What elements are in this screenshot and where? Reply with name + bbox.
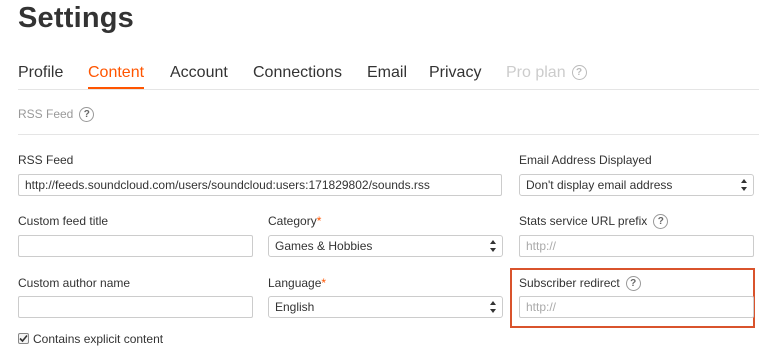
subscriber-redirect-label-text: Subscriber redirect [519, 276, 620, 290]
email-displayed-select[interactable]: Don't display email address [519, 174, 754, 196]
select-arrows-icon [490, 301, 496, 313]
rss-feed-label: RSS Feed [18, 153, 74, 167]
subscriber-redirect-help-icon[interactable]: ? [625, 276, 641, 292]
category-label-text: Category [268, 214, 317, 228]
category-select[interactable]: Games & Hobbies [268, 235, 503, 257]
stats-prefix-help-icon[interactable]: ? [653, 214, 669, 230]
tab-pro-plan[interactable]: Pro plan? [506, 64, 587, 82]
subscriber-redirect-label: Subscriber redirect? [519, 276, 641, 292]
page-title: Settings [18, 2, 134, 34]
tabs-divider [18, 89, 759, 90]
pro-plan-help-icon[interactable]: ? [571, 65, 587, 81]
tab-content[interactable]: Content [88, 64, 145, 89]
stats-prefix-label: Stats service URL prefix? [519, 214, 669, 230]
explicit-content-checkbox[interactable] [18, 333, 29, 344]
email-displayed-label: Email Address Displayed [519, 153, 652, 167]
custom-feed-title-input[interactable] [18, 235, 253, 257]
stats-prefix-input[interactable]: http:// [519, 235, 754, 257]
rss-feed-input[interactable]: http://feeds.soundcloud.com/users/soundc… [18, 174, 502, 196]
custom-author-label: Custom author name [18, 276, 131, 290]
language-value: English [275, 300, 315, 314]
category-value: Games & Hobbies [275, 239, 373, 253]
select-arrows-icon [741, 179, 747, 191]
checkmark-icon [19, 334, 28, 343]
language-label: Language* [268, 276, 326, 290]
explicit-content-label: Contains explicit content [33, 332, 164, 346]
required-marker: * [321, 276, 327, 290]
section-divider [18, 134, 759, 135]
required-marker: * [316, 214, 322, 228]
custom-feed-title-label: Custom feed title [18, 214, 109, 228]
language-select[interactable]: English [268, 296, 503, 318]
section-title: RSS Feed [18, 107, 74, 121]
stats-prefix-label-text: Stats service URL prefix [519, 214, 648, 228]
tab-email[interactable]: Email [367, 64, 407, 82]
tab-profile[interactable]: Profile [18, 64, 63, 82]
subscriber-redirect-input[interactable]: http:// [519, 296, 754, 318]
custom-author-input[interactable] [18, 296, 253, 318]
category-label: Category* [268, 214, 321, 228]
email-displayed-value: Don't display email address [526, 178, 673, 192]
select-arrows-icon [490, 240, 496, 252]
tab-privacy[interactable]: Privacy [429, 64, 481, 82]
tab-account[interactable]: Account [170, 64, 228, 82]
tab-pro-plan-label: Pro plan [506, 64, 566, 81]
section-header-rss-feed: RSS Feed? [18, 107, 95, 123]
tab-connections[interactable]: Connections [253, 64, 342, 82]
language-label-text: Language [268, 276, 322, 290]
rss-section-help-icon[interactable]: ? [79, 107, 95, 123]
